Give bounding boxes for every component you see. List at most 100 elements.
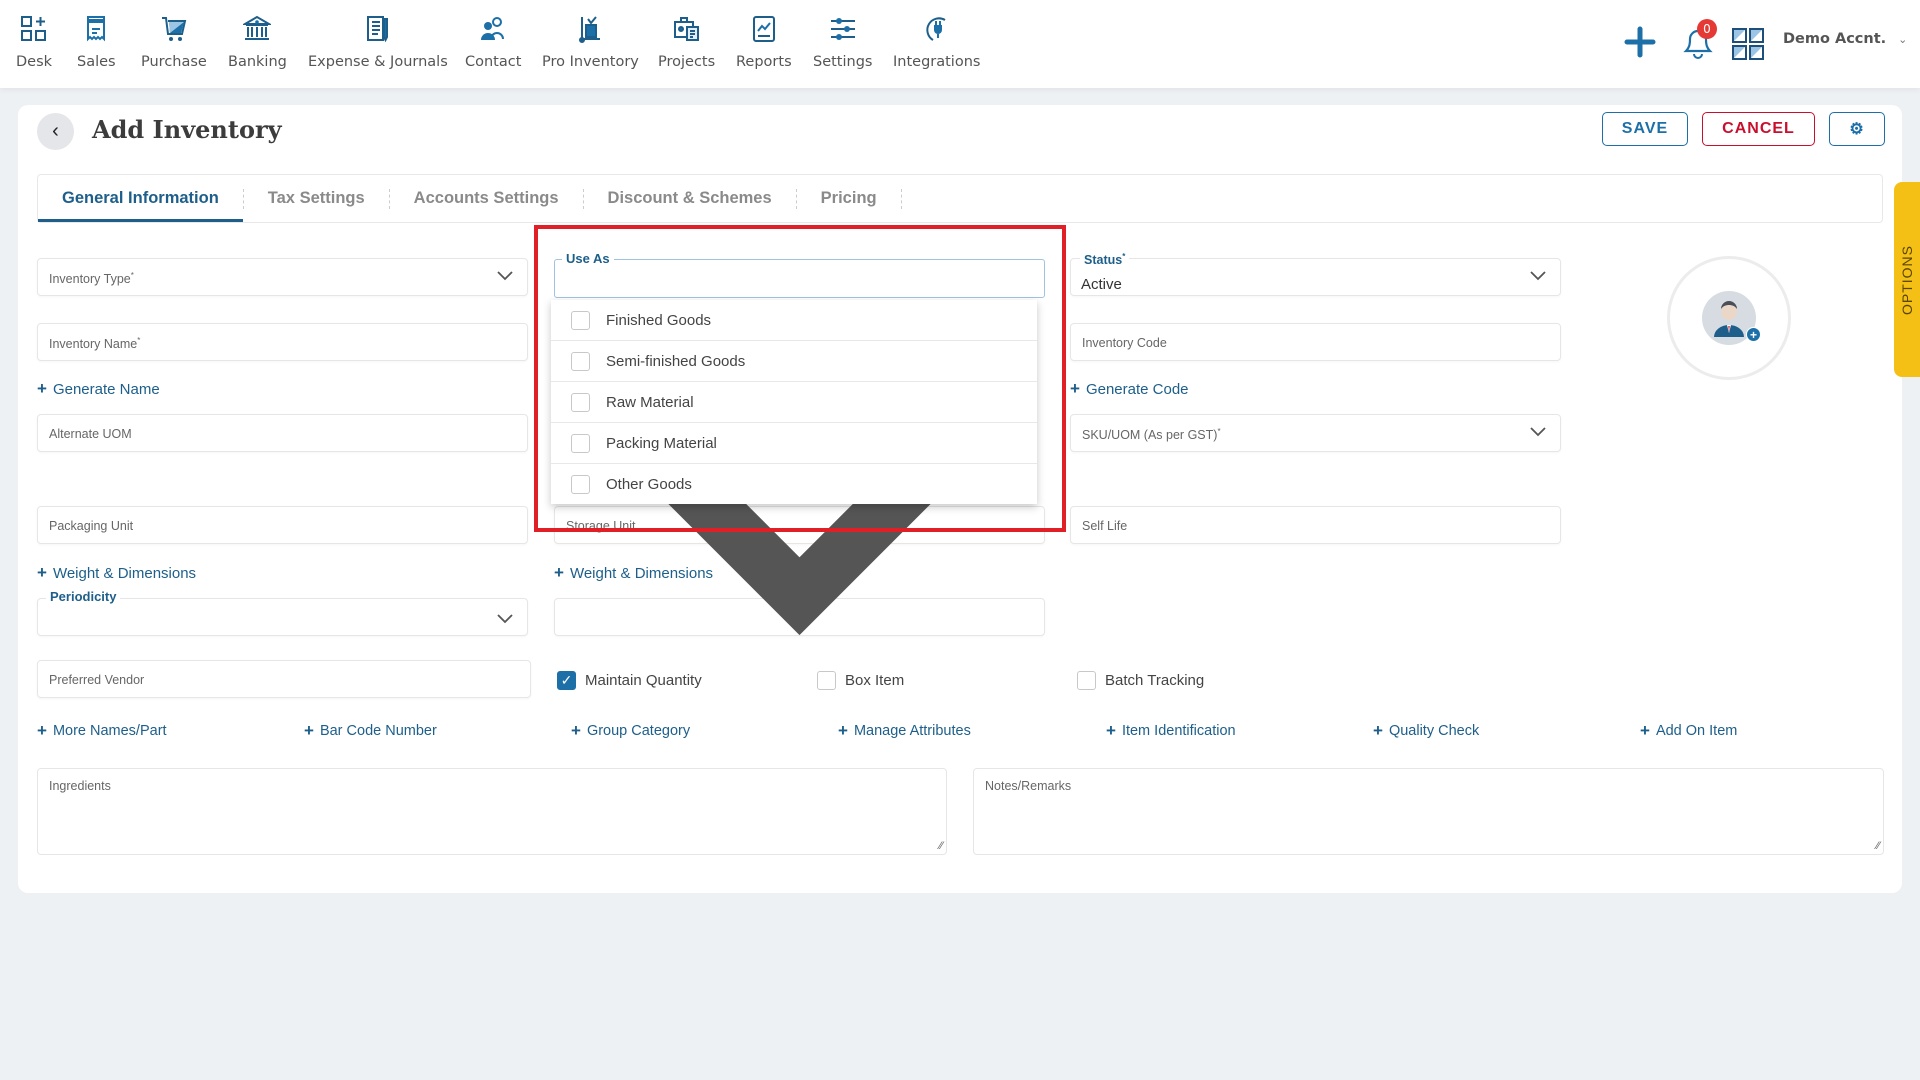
nav-projects[interactable]: Projects xyxy=(658,14,715,70)
nav-expense-journals[interactable]: Expense & Journals xyxy=(308,14,448,70)
checkbox xyxy=(817,671,836,690)
packaging-unit-input[interactable]: Packaging Unit xyxy=(37,506,528,544)
field-label: SKU/UOM (As per GST) xyxy=(1082,428,1218,443)
use-as-option-raw-material[interactable]: Raw Material xyxy=(551,382,1037,423)
nav-reports[interactable]: Reports xyxy=(736,14,792,70)
nav-contact[interactable]: Contact xyxy=(465,14,521,70)
save-button[interactable]: SAVE xyxy=(1602,112,1688,146)
nav-integrations[interactable]: Integrations xyxy=(893,14,980,70)
nav-pro-inventory[interactable]: Pro Inventory xyxy=(542,14,639,70)
sku-uom-select[interactable]: SKU/UOM (As per GST)* xyxy=(1070,414,1561,452)
tab-general-information[interactable]: General Information xyxy=(38,175,243,222)
settings-button[interactable]: ⚙ xyxy=(1829,112,1885,146)
nav-label: Reports xyxy=(736,54,792,70)
field-label: Status xyxy=(1084,253,1123,268)
generate-name-link[interactable]: + Generate Name xyxy=(37,379,160,399)
batch-tracking-checkbox[interactable]: Batch Tracking xyxy=(1077,671,1204,690)
plus-icon: + xyxy=(1373,721,1383,740)
box-item-checkbox[interactable]: Box Item xyxy=(817,671,904,690)
checkbox xyxy=(1077,671,1096,690)
link-label: More Names/Part xyxy=(52,723,167,739)
account-name: Demo Accnt. xyxy=(1783,31,1887,47)
use-as-option-other-goods[interactable]: Other Goods xyxy=(551,464,1037,505)
inventory-code-input[interactable]: Inventory Code xyxy=(1070,323,1561,361)
checkbox[interactable] xyxy=(571,475,590,494)
ingredients-textarea[interactable]: Ingredients ⁄⁄ xyxy=(37,768,947,855)
checkbox[interactable] xyxy=(571,433,590,453)
nav-sales[interactable]: Sales xyxy=(77,14,116,70)
add-photo-icon: + xyxy=(1746,327,1761,342)
field-label: Inventory Code xyxy=(1082,336,1167,350)
notification-count-badge: 0 xyxy=(1697,19,1717,39)
weight-dimensions-link[interactable]: + Weight & Dimensions xyxy=(37,563,196,583)
preferred-vendor-input[interactable]: Preferred Vendor xyxy=(37,660,531,698)
resize-handle-icon[interactable]: ⁄⁄ xyxy=(1876,840,1880,852)
notes-remarks-textarea[interactable]: Notes/Remarks ⁄⁄ xyxy=(973,768,1884,855)
more-names-link[interactable]: + More Names/Part xyxy=(37,721,167,741)
nav-settings[interactable]: Settings xyxy=(813,14,872,70)
gear-icon: ⚙ xyxy=(1849,121,1865,138)
nav-desk[interactable]: Desk xyxy=(16,14,52,70)
link-label: Item Identification xyxy=(1121,723,1236,739)
contacts-icon xyxy=(478,14,508,44)
back-button[interactable]: ‹ xyxy=(37,113,74,150)
bar-code-link[interactable]: + Bar Code Number xyxy=(304,721,437,741)
resize-handle-icon[interactable]: ⁄⁄ xyxy=(939,840,943,852)
use-as-dropdown-menu: Finished Goods Semi-finished Goods Raw M… xyxy=(551,300,1037,504)
required-marker: * xyxy=(1217,427,1221,436)
generate-code-link[interactable]: + Generate Code xyxy=(1070,379,1189,399)
checkbox-label: Batch Tracking xyxy=(1105,672,1205,689)
chevron-left-icon: ‹ xyxy=(52,120,59,142)
plus-icon: + xyxy=(1640,721,1650,740)
group-category-link[interactable]: + Group Category xyxy=(571,721,690,741)
tab-accounts-settings[interactable]: Accounts Settings xyxy=(390,175,583,222)
use-as-select[interactable] xyxy=(554,259,1045,636)
cancel-button[interactable]: CANCEL xyxy=(1702,112,1815,146)
inventory-name-input[interactable]: Inventory Name* xyxy=(37,323,528,361)
account-menu[interactable]: Demo Accnt. ⌄ xyxy=(1783,31,1907,47)
plus-icon: + xyxy=(571,721,581,740)
field-label: Notes/Remarks xyxy=(985,779,1072,793)
apps-grid-button[interactable] xyxy=(1732,28,1764,60)
chevron-down-icon xyxy=(497,271,513,281)
tab-pricing[interactable]: Pricing xyxy=(797,175,901,222)
report-chart-icon xyxy=(749,14,779,44)
checkbox[interactable] xyxy=(571,351,590,371)
status-select[interactable]: Active xyxy=(1070,258,1561,296)
add-on-item-link[interactable]: + Add On Item xyxy=(1640,721,1737,741)
nav-purchase[interactable]: Purchase xyxy=(141,14,207,70)
use-as-option-packing-material[interactable]: Packing Material xyxy=(551,423,1037,464)
status-value: Active xyxy=(1081,276,1122,293)
plus-icon: + xyxy=(1106,721,1116,740)
quick-add-button[interactable] xyxy=(1623,25,1657,59)
use-as-option-semi-finished-goods[interactable]: Semi-finished Goods xyxy=(551,341,1037,382)
manage-attributes-link[interactable]: + Manage Attributes xyxy=(838,721,971,741)
quality-check-link[interactable]: + Quality Check xyxy=(1373,721,1479,741)
nav-label: Integrations xyxy=(893,54,981,70)
use-as-option-finished-goods[interactable]: Finished Goods xyxy=(551,300,1037,341)
self-life-input[interactable]: Self Life xyxy=(1070,506,1561,544)
checkbox[interactable] xyxy=(571,392,590,412)
nav-label: Desk xyxy=(16,54,53,70)
notebook-icon xyxy=(363,14,393,44)
options-side-tab[interactable]: OPTIONS xyxy=(1894,182,1920,377)
form-tabs: General Information Tax Settings Account… xyxy=(37,174,1883,223)
tab-tax-settings[interactable]: Tax Settings xyxy=(244,175,389,222)
maintain-quantity-checkbox[interactable]: ✓ Maintain Quantity xyxy=(557,671,702,690)
desk-icon xyxy=(19,14,49,44)
item-identification-link[interactable]: + Item Identification xyxy=(1106,721,1236,741)
image-upload[interactable]: + xyxy=(1667,256,1791,380)
link-label: Bar Code Number xyxy=(319,723,437,739)
checkbox-label: Box Item xyxy=(845,672,905,689)
option-label: Semi-finished Goods xyxy=(606,352,746,370)
nav-label: Purchase xyxy=(141,54,207,70)
alternate-uom-input[interactable]: Alternate UOM xyxy=(37,414,528,452)
checkbox[interactable] xyxy=(571,310,590,330)
page-title: Add Inventory xyxy=(92,115,282,144)
inventory-type-select[interactable]: Inventory Type* xyxy=(37,258,528,296)
nav-banking[interactable]: Banking xyxy=(228,14,287,70)
options-label: OPTIONS xyxy=(1899,244,1916,315)
tab-discount-schemes[interactable]: Discount & Schemes xyxy=(584,175,796,222)
option-label: Finished Goods xyxy=(606,311,712,329)
plus-icon: + xyxy=(37,563,47,582)
